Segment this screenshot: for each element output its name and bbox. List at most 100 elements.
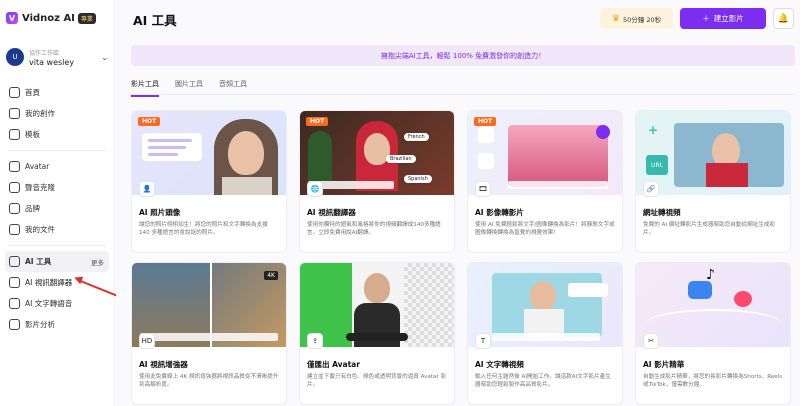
tool-card-export-avatar[interactable]: ⇪ 僅匯出 Avatar 建立並下載只有白色、綠色或透明背景的逼真 Avatar… xyxy=(299,262,455,405)
sidebar-item-voice-clone[interactable]: 聲音克隆 xyxy=(0,177,114,198)
tool-card-video-enhancer[interactable]: 4K HD AI 視訊增強器 使用此免費線上 4K 視訊增強器將視訊品質從不清晰… xyxy=(131,262,287,405)
promo-banner: 擁抱尖端AI工具，輕鬆 100% 免費激發你的創造力！ xyxy=(131,45,795,66)
create-video-button[interactable]: ＋建立影片 xyxy=(680,8,766,29)
card-title: AI 文字轉視頻 xyxy=(475,360,524,369)
image-to-video-icon: 🎞 xyxy=(475,181,491,197)
card-description: 使用 AI 免費輕鬆將文字/圖像轉換為影片！將靜態文字或圖像轉換轉換為直覺的視覺… xyxy=(475,222,615,237)
plus-icon: + xyxy=(648,123,659,137)
4k-badge: 4K xyxy=(264,271,278,280)
card-thumbnail: ♪ xyxy=(636,263,790,347)
plus-icon: ＋ xyxy=(702,14,710,23)
translate-icon: 🌐 xyxy=(307,181,323,197)
player-controls xyxy=(140,333,278,341)
workspace-label: 協作工作區 xyxy=(29,49,60,57)
sidebar-item-my-creations[interactable]: 我的創作 xyxy=(0,103,114,124)
tool-card-video-highlights[interactable]: ♪ ✂ AI 影片精華 自動生成影片精華，將您的長影片轉換為Shorts、Ree… xyxy=(635,262,791,405)
lang-pill-brazilian: Brazilian xyxy=(386,155,416,163)
card-description: 自動生成影片精華，將您的長影片轉換為Shorts、Reels或TikTok，僅需… xyxy=(643,374,783,389)
main-content: AI 工具 ♛ 50分鐘 20秒 ＋建立影片 🔔 擁抱尖端AI工具，輕鬆 100%… xyxy=(116,0,800,406)
brand-icon xyxy=(9,203,20,214)
card-description: 輸入任何主題然後 AI開始工作。讓這款AI文字影片產生器幫助您輕鬆製作高品質影片… xyxy=(475,374,611,389)
template-icon xyxy=(9,129,20,140)
highlight-icon: ✂ xyxy=(643,333,659,349)
card-thumbnail: + URL xyxy=(636,111,790,195)
avatar: U xyxy=(6,48,24,66)
sidebar-item-text-to-speech[interactable]: AI 文字轉語音 xyxy=(0,293,114,314)
sidebar-item-templates[interactable]: 模板 xyxy=(0,124,114,145)
card-description: 建立並下載只有白色、綠色或透明背景的逼真 Avatar 影片。 xyxy=(307,374,447,389)
divider xyxy=(8,150,106,151)
heart-icon xyxy=(734,291,752,307)
link-icon: 🔗 xyxy=(643,181,659,197)
url-badge: URL xyxy=(646,155,668,175)
card-description: 使用此免費線上 4K 視訊增強器將視訊品質從不清晰提升到高解析度。 xyxy=(139,374,279,389)
sidebar-item-video-translator[interactable]: AI 視訊翻譯器 xyxy=(0,272,114,293)
folder-icon xyxy=(9,108,20,119)
player-controls xyxy=(492,333,600,341)
workspace-switcher[interactable]: U 協作工作區 vita wesley ⌄ xyxy=(0,42,114,72)
page-title: AI 工具 xyxy=(133,12,177,28)
sidebar-item-ai-tools[interactable]: AI 工具 更多 xyxy=(5,251,109,272)
hot-badge: HOT xyxy=(138,117,161,126)
credits-badge[interactable]: ♛ 50分鐘 20秒 xyxy=(600,8,673,29)
more-link[interactable]: 更多 xyxy=(91,257,104,267)
play-icon xyxy=(596,125,610,139)
divider xyxy=(8,245,106,246)
lang-pill-french: French xyxy=(404,133,429,141)
card-title: AI 照片頭像 xyxy=(139,208,181,217)
card-description: 免費的 AI 網址轉影片生成器幫助您自動從網址生成影片。 xyxy=(643,222,776,237)
home-icon xyxy=(9,87,20,98)
text-icon xyxy=(478,153,494,169)
plan-badge: 專業 xyxy=(77,12,96,24)
card-description: 讓您的照片栩栩如生！將您的照片和文字轉換為支援 140 多種語言的會說話的照片。 xyxy=(139,222,268,237)
card-title: AI 影片精華 xyxy=(643,360,685,369)
export-icon: ⇪ xyxy=(307,333,323,349)
hd-icon: HD xyxy=(139,333,155,349)
sidebar-item-video-analytics[interactable]: 影片分析 xyxy=(0,314,114,335)
crown-icon: ♛ xyxy=(611,13,620,24)
tabs-divider xyxy=(131,94,795,95)
card-thumbnail: HOT xyxy=(468,111,622,195)
sidebar-item-home[interactable]: 首頁 xyxy=(0,82,114,103)
sidebar: V Vidnoz AI 專業 U 協作工作區 vita wesley ⌄ 首頁 … xyxy=(0,0,115,406)
avatar-icon xyxy=(9,161,20,172)
player-controls xyxy=(508,181,608,189)
file-icon xyxy=(9,224,20,235)
sidebar-item-avatar[interactable]: Avatar xyxy=(0,156,114,177)
tool-card-image-to-video[interactable]: HOT 🎞 AI 影像轉影片 使用 AI 免費輕鬆將文字/圖像轉換為影片！將靜態… xyxy=(467,110,623,253)
hot-badge: HOT xyxy=(306,117,329,126)
tiktok-icon: ♪ xyxy=(706,267,715,283)
card-title: AI 視訊翻譯器 xyxy=(307,208,356,217)
card-title: AI 影像轉影片 xyxy=(475,208,524,217)
sidebar-item-brand[interactable]: 品牌 xyxy=(0,198,114,219)
image-icon xyxy=(478,127,494,143)
logo[interactable]: V Vidnoz AI 專業 xyxy=(0,0,114,36)
card-title: 僅匯出 Avatar xyxy=(307,360,360,369)
voice-icon xyxy=(9,182,20,193)
analytics-icon xyxy=(9,319,20,330)
translate-icon xyxy=(9,277,20,288)
text-to-video-icon: T xyxy=(475,333,491,349)
card-thumbnail: HOT French Brazilian Spanish xyxy=(300,111,454,195)
tool-card-text-to-video[interactable]: T AI 文字轉視頻 輸入任何主題然後 AI開始工作。讓這款AI文字影片產生器幫… xyxy=(467,262,623,405)
ai-tools-icon xyxy=(9,256,20,267)
notification-bell-icon[interactable]: 🔔 xyxy=(773,8,794,29)
vidnoz-logo-icon: V xyxy=(6,12,18,24)
hot-badge: HOT xyxy=(474,117,497,126)
card-thumbnail xyxy=(468,263,622,347)
play-icon xyxy=(688,281,712,299)
card-thumbnail xyxy=(300,263,454,347)
tool-card-url-to-video[interactable]: + URL 🔗 網址轉視頻 免費的 AI 網址轉影片生成器幫助您自動從網址生成影… xyxy=(635,110,791,253)
card-thumbnail: HOT xyxy=(132,111,286,195)
photo-avatar-icon: 👤 xyxy=(139,181,155,197)
tool-card-photo-avatar[interactable]: HOT 👤 AI 照片頭像 讓您的照片栩栩如生！將您的照片和文字轉換為支援 14… xyxy=(131,110,287,253)
chevron-down-icon: ⌄ xyxy=(101,52,108,62)
logo-text: Vidnoz AI xyxy=(22,12,75,24)
card-thumbnail: 4K xyxy=(132,263,286,347)
card-title: AI 視訊增強器 xyxy=(139,360,188,369)
tts-icon xyxy=(9,298,20,309)
sidebar-item-my-files[interactable]: 我的文件 xyxy=(0,219,114,240)
workspace-name: vita wesley xyxy=(29,57,75,67)
tool-card-video-translator[interactable]: HOT French Brazilian Spanish 🌐 AI 視訊翻譯器 … xyxy=(299,110,455,253)
card-title: 網址轉視頻 xyxy=(643,208,681,217)
